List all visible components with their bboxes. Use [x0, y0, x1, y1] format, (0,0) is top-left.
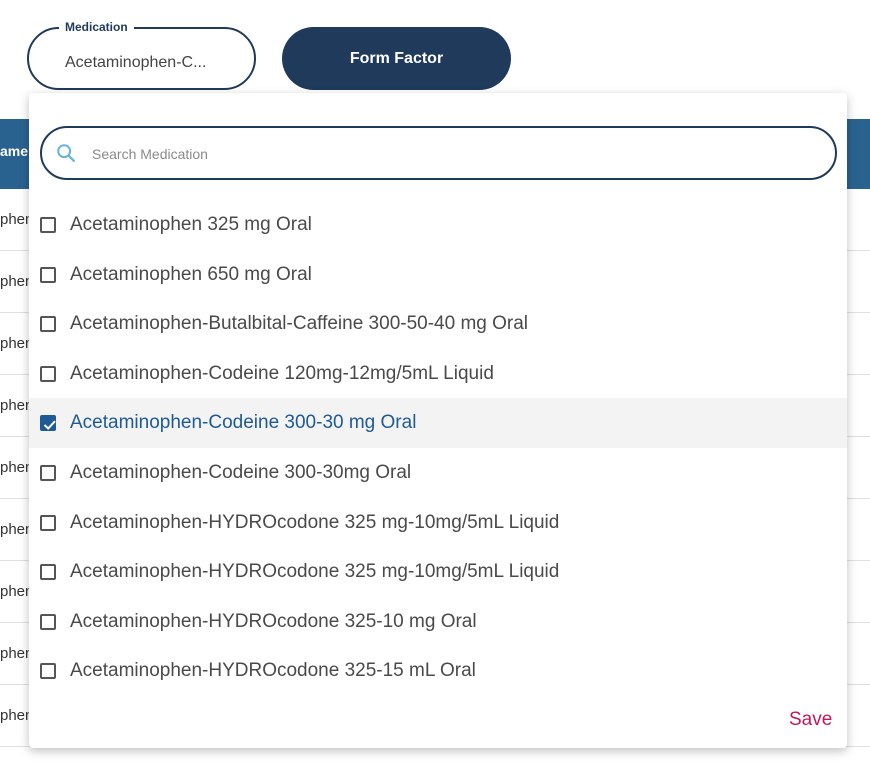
checkbox[interactable] — [40, 514, 56, 531]
checkbox[interactable] — [40, 266, 56, 283]
medication-option[interactable]: Acetaminophen 650 mg Oral — [29, 250, 847, 300]
search-icon — [57, 144, 75, 162]
option-label: Acetaminophen-HYDROcodone 325 mg-10mg/5m… — [70, 561, 560, 583]
medication-field-label: Medication — [59, 20, 134, 34]
checkbox[interactable] — [40, 564, 56, 581]
medication-dropdown: Acetaminophen 325 mg Oral Acetaminophen 6… — [29, 93, 847, 748]
checkbox[interactable] — [40, 365, 56, 382]
medication-option[interactable]: Acetaminophen-HYDROcodone 325-15 mL Oral — [29, 646, 847, 696]
option-label: Acetaminophen-HYDROcodone 325 mg-10mg/5m… — [70, 511, 560, 533]
checkbox-checked[interactable] — [40, 415, 56, 432]
option-label: Acetaminophen-HYDROcodone 325-10 mg Oral — [70, 610, 477, 632]
medication-option[interactable]: Acetaminophen-HYDROcodone 325 mg-10mg/5m… — [29, 498, 847, 548]
option-label: Acetaminophen-Codeine 120mg-12mg/5mL Liq… — [70, 362, 494, 384]
option-label: Acetaminophen 650 mg Oral — [70, 263, 312, 285]
medication-option[interactable]: Acetaminophen-Codeine 300-30mg Oral — [29, 448, 847, 498]
medication-select[interactable]: Medication Acetaminophen-C... — [27, 20, 256, 90]
medication-option[interactable]: Acetaminophen-HYDROcodone 325-10 mg Oral — [29, 597, 847, 647]
medication-option[interactable]: Acetaminophen-Butalbital-Caffeine 300-50… — [29, 299, 847, 349]
option-label: Acetaminophen 325 mg Oral — [70, 214, 312, 235]
medication-option[interactable]: Acetaminophen-Codeine 300-30 mg Oral — [29, 398, 847, 449]
form-factor-button[interactable]: Form Factor — [282, 27, 511, 90]
option-label: Acetaminophen-Butalbital-Caffeine 300-50… — [70, 313, 529, 335]
search-box[interactable] — [40, 126, 837, 180]
save-button[interactable]: Save — [789, 709, 832, 731]
option-label: Acetaminophen-Codeine 300-30mg Oral — [70, 462, 412, 483]
medication-option[interactable]: Acetaminophen-Codeine 120mg-12mg/5mL Liq… — [29, 349, 847, 399]
checkbox[interactable] — [40, 613, 56, 630]
check-icon — [43, 420, 56, 431]
medication-option[interactable]: Acetaminophen 325 mg Oral — [29, 200, 847, 250]
checkbox[interactable] — [40, 316, 56, 333]
checkbox[interactable] — [40, 217, 56, 233]
table-header-label: ame — [0, 143, 29, 159]
search-input[interactable] — [90, 140, 814, 168]
medication-field-value: Acetaminophen-C... — [65, 54, 207, 71]
checkbox[interactable] — [40, 663, 56, 680]
option-label: Acetaminophen-Codeine 300-30 mg Oral — [70, 412, 417, 434]
medication-option[interactable]: Acetaminophen-HYDROcodone 325 mg-10mg/5m… — [29, 547, 847, 597]
option-label: Acetaminophen-HYDROcodone 325-15 mL Oral — [70, 660, 476, 682]
checkbox[interactable] — [40, 465, 56, 481]
